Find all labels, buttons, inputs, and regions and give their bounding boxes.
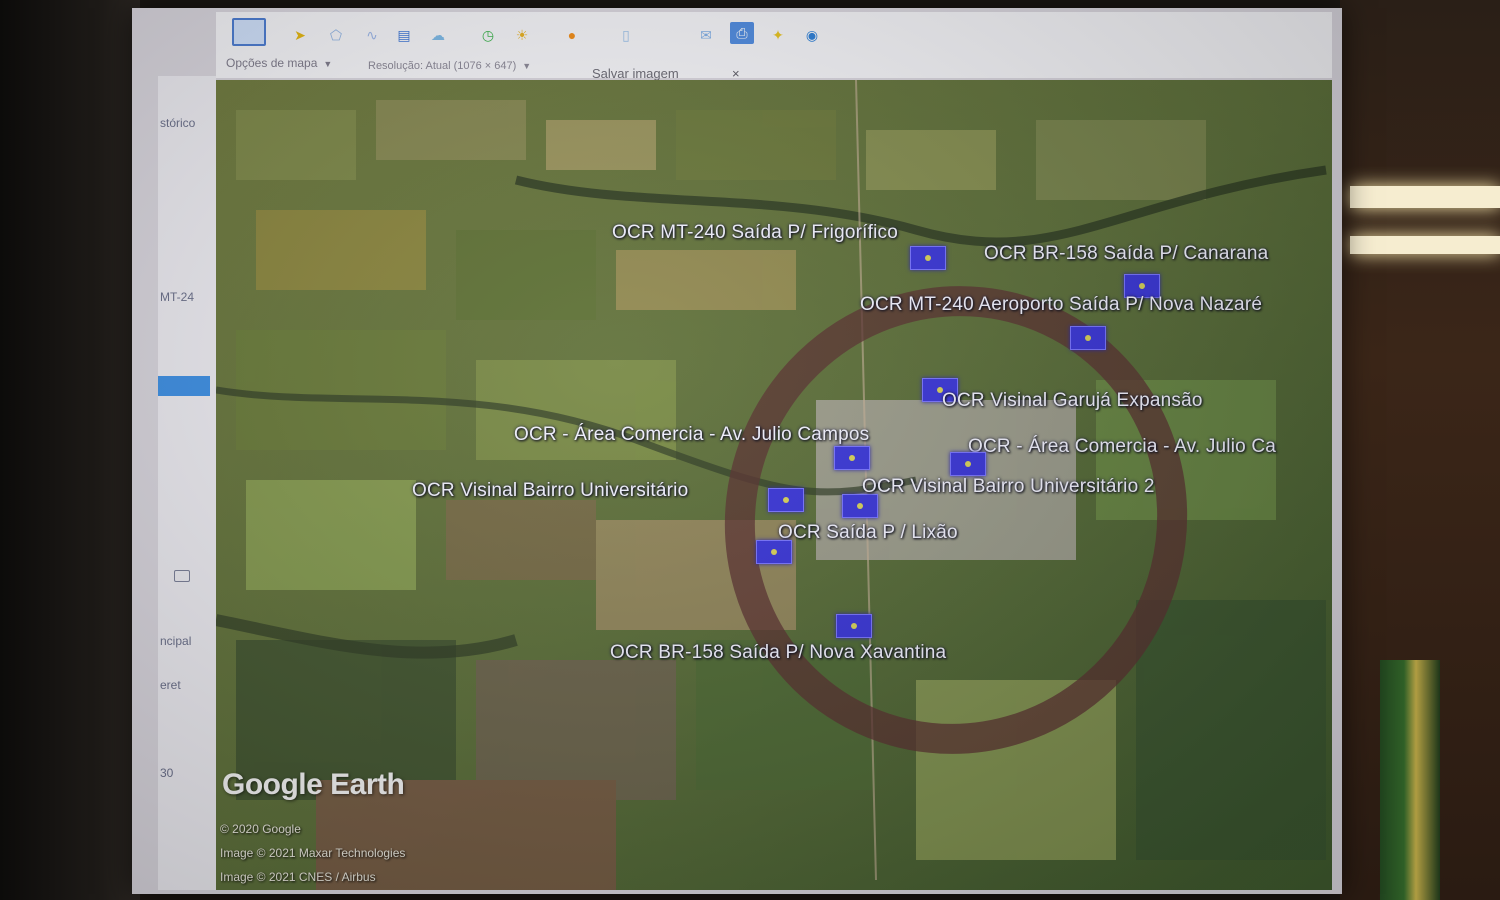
placemark-label[interactable]: OCR Saída P / Lixão: [778, 522, 958, 544]
flag: [1380, 660, 1440, 900]
placemark-icon[interactable]: [950, 452, 986, 476]
placemark-icon[interactable]: ➤: [290, 26, 310, 44]
email-icon[interactable]: ✉: [696, 26, 716, 44]
ceiling-light: [1350, 236, 1500, 254]
placemark-icon[interactable]: [836, 614, 872, 638]
view-icon[interactable]: [232, 18, 266, 46]
imagery-credit: Image © 2021 Maxar Technologies: [220, 846, 406, 860]
placemark-label[interactable]: OCR Visinal Bairro Universitário 2: [862, 476, 1155, 498]
placemark-label[interactable]: OCR - Área Comercia - Av. Julio Ca: [968, 436, 1276, 458]
resolution-label: Resolução: Atual (1076 × 647): [368, 60, 517, 72]
placemark-icon[interactable]: [1070, 326, 1106, 350]
placemark-icon[interactable]: [756, 540, 792, 564]
image-overlay-icon[interactable]: ▤: [394, 26, 414, 44]
path-icon[interactable]: ∿: [362, 26, 382, 44]
close-icon[interactable]: ×: [732, 66, 740, 81]
placemark-label[interactable]: OCR - Área Comercia - Av. Julio Campos: [514, 424, 869, 446]
room-wall-left: [0, 0, 140, 900]
sidebar-label[interactable]: ncipal: [160, 634, 191, 648]
imagery-credit: Image © 2021 CNES / Airbus: [220, 870, 376, 884]
sidebar-label[interactable]: MT-24: [160, 290, 194, 304]
sidebar-label: 30: [160, 766, 174, 780]
chevron-down-icon: ▼: [522, 61, 532, 71]
placemark-label[interactable]: OCR MT-240 Saída P/ Frigorífico: [612, 222, 898, 244]
imagery-credit: © 2020 Google: [220, 822, 301, 836]
save-image-button[interactable]: Salvar imagem: [592, 66, 679, 81]
sidebar-selected-item[interactable]: [158, 376, 210, 396]
polygon-icon[interactable]: ⬠: [326, 26, 346, 44]
map-options-label: Opções de mapa: [226, 56, 318, 70]
resolution-dropdown[interactable]: Resolução: Atual (1076 × 647) ▼: [368, 60, 531, 72]
placemark-label[interactable]: OCR Visinal Garujá Expansão: [942, 390, 1203, 412]
sun-icon[interactable]: ☀: [512, 26, 532, 44]
sidebar-label[interactable]: stórico: [160, 116, 195, 130]
tour-icon[interactable]: ☁: [428, 26, 448, 44]
print-icon[interactable]: ⎙: [730, 22, 754, 44]
map-options-dropdown[interactable]: Opções de mapa ▼: [226, 56, 332, 70]
placemark-label[interactable]: OCR MT-240 Aeroporto Saída P/ Nova Nazar…: [860, 294, 1262, 316]
placemark-icon[interactable]: [910, 246, 946, 270]
earth-icon[interactable]: ◉: [802, 26, 822, 44]
places-sidebar: stórico MT-24 ncipal eret 30: [158, 76, 216, 890]
checkbox-icon[interactable]: [174, 570, 190, 582]
placemark-label[interactable]: OCR BR-158 Saída P/ Nova Xavantina: [610, 642, 946, 664]
save-icon[interactable]: ✦: [768, 26, 788, 44]
placemark-icon[interactable]: [768, 488, 804, 512]
planets-icon[interactable]: ●: [562, 26, 582, 44]
ceiling-light: [1350, 186, 1500, 208]
google-earth-logo: Google Earth: [222, 768, 405, 801]
placemark-label[interactable]: OCR Visinal Bairro Universitário: [412, 480, 688, 502]
placemark-icon[interactable]: [834, 446, 870, 470]
ruler-icon[interactable]: ▯: [616, 26, 636, 44]
sidebar-label[interactable]: eret: [160, 678, 181, 692]
historical-imagery-icon[interactable]: ◷: [478, 26, 498, 44]
placemark-label[interactable]: OCR BR-158 Saída P/ Canarana: [984, 243, 1268, 265]
chevron-down-icon: ▼: [323, 59, 333, 69]
